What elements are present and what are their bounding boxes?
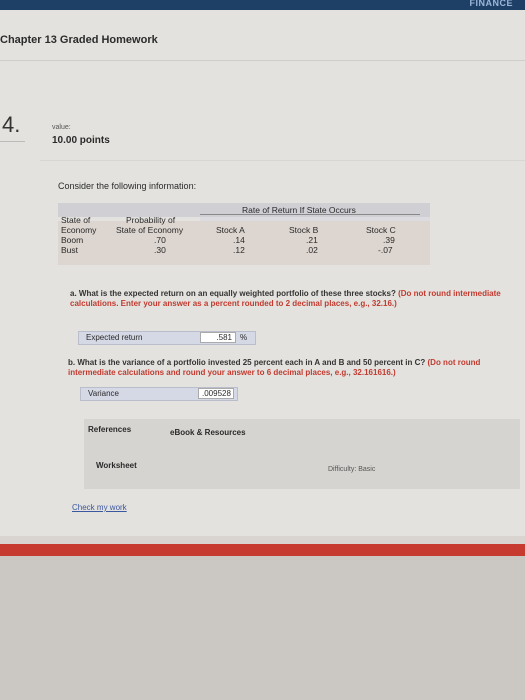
- expected-return-label: Expected return: [86, 333, 143, 342]
- difficulty-label: Difficulty: Basic: [328, 466, 376, 473]
- table-cell-c: -.07: [378, 245, 393, 255]
- monitor-bezel: [0, 556, 525, 700]
- table-cell-a: .14: [233, 235, 245, 245]
- question-prompt: Consider the following information:: [58, 181, 197, 191]
- col-header-state-1: State of: [61, 215, 91, 225]
- col-header-stock-c: Stock C: [366, 225, 396, 235]
- table-cell-c: .39: [383, 235, 395, 245]
- check-my-work-link[interactable]: Check my work: [72, 503, 127, 512]
- col-header-prob-1: Probability of: [126, 215, 176, 225]
- footer-panel: [84, 419, 520, 489]
- part-a-question: a. What is the expected return on an equ…: [70, 289, 520, 309]
- divider: [0, 141, 25, 142]
- percent-sign: %: [240, 333, 248, 342]
- part-b-text: b. What is the variance of a portfolio i…: [68, 358, 426, 367]
- part-b-question: b. What is the variance of a portfolio i…: [68, 358, 520, 378]
- table-cell-b: .21: [306, 235, 318, 245]
- top-bar: FINANCE: [0, 0, 525, 10]
- table-cell-state: Boom: [61, 235, 84, 245]
- page-title: Chapter 13 Graded Homework: [0, 34, 158, 46]
- col-header-state-2: Economy: [61, 225, 97, 235]
- col-header-prob-2: State of Economy: [116, 225, 184, 235]
- part-a-text: a. What is the expected return on an equ…: [70, 289, 396, 298]
- points-value: 10.00 points: [52, 135, 110, 146]
- table-cell-b: .02: [306, 245, 318, 255]
- table-cell-state: Bust: [61, 245, 79, 255]
- col-header-stock-a: Stock A: [216, 225, 245, 235]
- col-header-stock-b: Stock B: [289, 225, 319, 235]
- variance-input[interactable]: .009528: [198, 388, 234, 399]
- variance-label: Variance: [88, 389, 119, 398]
- divider: [0, 60, 525, 61]
- divider: [40, 160, 525, 161]
- references-button[interactable]: References: [88, 425, 131, 434]
- footer-strip: [0, 536, 525, 544]
- table-cell-a: .12: [233, 245, 245, 255]
- finance-badge: FINANCE: [469, 0, 513, 8]
- ebook-resources-button[interactable]: eBook & Resources: [170, 428, 246, 437]
- table-cell-prob: .30: [154, 245, 166, 255]
- table-cell-prob: .70: [154, 235, 166, 245]
- expected-return-input[interactable]: .581: [200, 332, 236, 343]
- question-number: 4.: [2, 112, 21, 137]
- red-footer-bar: [0, 544, 525, 556]
- worksheet-button[interactable]: Worksheet: [96, 461, 137, 470]
- table-rule: [200, 214, 420, 215]
- value-label: value:: [52, 124, 71, 131]
